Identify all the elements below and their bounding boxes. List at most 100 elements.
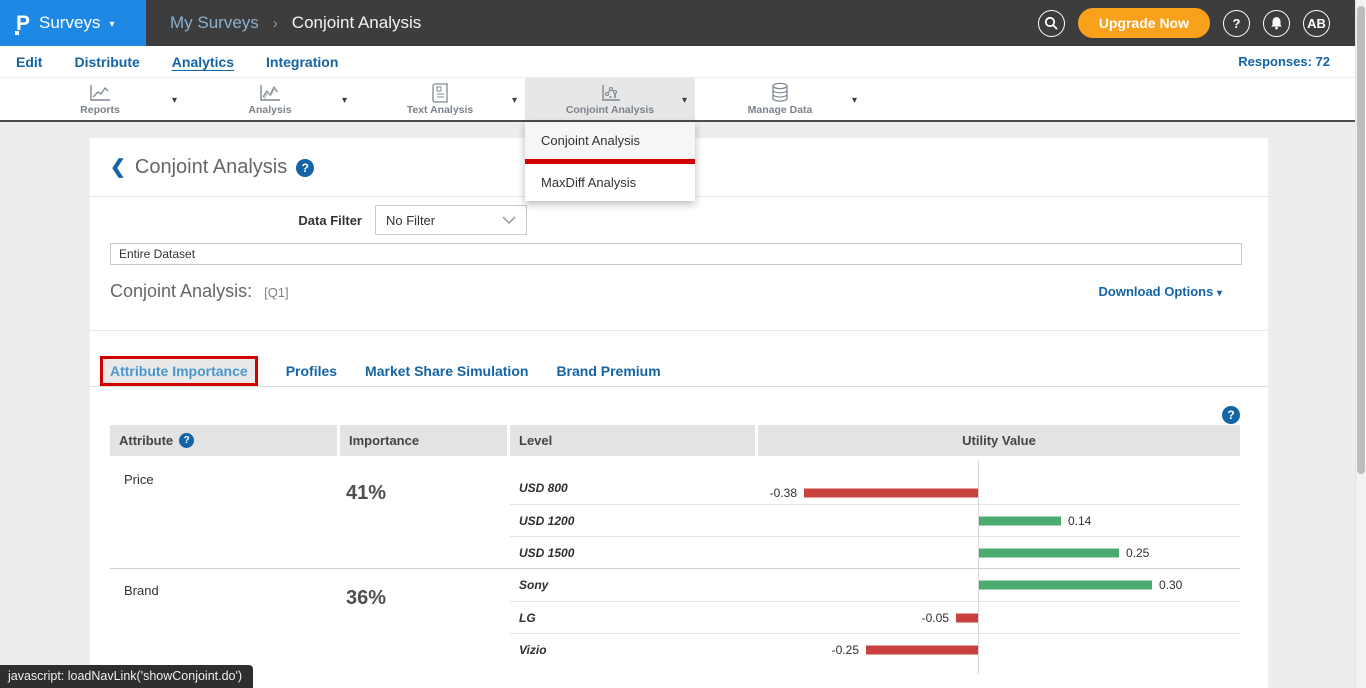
utility-bar [804, 489, 978, 498]
scatter-chart-icon [598, 83, 622, 103]
level-row: USD 1500 0.25 [510, 536, 1240, 568]
utility-chart-cell: -0.38 [758, 472, 1240, 504]
brand-label: Surveys [39, 13, 100, 33]
avatar[interactable]: AB [1303, 10, 1330, 37]
caret-down-icon[interactable]: ▾ [342, 95, 347, 106]
notifications-button[interactable] [1263, 10, 1290, 37]
question-ref: [Q1] [264, 285, 289, 300]
utility-value-label: 0.25 [1126, 546, 1149, 560]
chevron-down-icon [502, 216, 516, 225]
level-name: Sony [510, 578, 758, 592]
utility-value-label: -0.05 [922, 611, 949, 625]
toolbar-conjoint-analysis[interactable]: Conjoint Analysis ▾ [525, 78, 695, 120]
tab-attribute-importance[interactable]: Attribute Importance [103, 359, 255, 383]
attribute-importance-table: Attribute? Importance Level Utility Valu… [110, 425, 1240, 665]
tab-brand-premium[interactable]: Brand Premium [556, 363, 660, 379]
level-name: USD 800 [510, 481, 758, 495]
utility-chart-cell: -0.05 [758, 602, 1240, 633]
back-chevron-icon[interactable]: ❮ [110, 158, 126, 177]
nav-distribute[interactable]: Distribute [74, 54, 139, 70]
breadcrumb-my-surveys[interactable]: My Surveys [170, 13, 259, 33]
page-title: Conjoint Analysis [135, 156, 287, 179]
level-rows: USD 800-0.38USD 12000.14USD 15000.25 [510, 458, 1240, 568]
nav-integration[interactable]: Integration [266, 54, 338, 70]
table-help-icon[interactable]: ? [1222, 406, 1240, 424]
result-tabs: Attribute Importance Profiles Market Sha… [100, 356, 661, 386]
column-importance: Importance [340, 425, 507, 456]
utility-bar [979, 516, 1061, 525]
level-row: LG -0.05 [510, 601, 1240, 633]
section-title: Conjoint Analysis: [110, 281, 252, 302]
nav-edit[interactable]: Edit [16, 54, 42, 70]
column-level: Level [510, 425, 755, 456]
column-utility-value: Utility Value [758, 425, 1240, 456]
magazine-icon [430, 83, 450, 103]
nav-analytics[interactable]: Analytics [172, 54, 234, 70]
utility-value-label: -0.38 [770, 486, 797, 500]
breadcrumb: My Surveys › Conjoint Analysis [170, 13, 421, 33]
utility-value-label: 0.30 [1159, 578, 1182, 592]
questionpro-logo-icon: P [16, 13, 30, 34]
level-name: USD 1500 [510, 546, 758, 560]
menu-item-maxdiff-analysis[interactable]: MaxDiff Analysis [525, 164, 695, 201]
page-help-icon[interactable]: ? [296, 159, 314, 177]
caret-down-icon[interactable]: ▾ [682, 95, 687, 106]
database-icon [769, 82, 791, 103]
attribute-group: Price41%USD 800-0.38USD 12000.14USD 1500… [110, 458, 1240, 568]
breadcrumb-current: Conjoint Analysis [292, 13, 421, 33]
caret-down-icon[interactable]: ▾ [172, 95, 177, 106]
search-button[interactable] [1038, 10, 1065, 37]
dataset-field[interactable] [110, 243, 1242, 265]
toolbar-text-analysis[interactable]: Text Analysis ▾ [355, 78, 525, 120]
upgrade-now-button[interactable]: Upgrade Now [1078, 8, 1210, 38]
tab-profiles[interactable]: Profiles [286, 363, 337, 379]
divider [90, 330, 1268, 331]
conjoint-dropdown-menu: Conjoint Analysis MaxDiff Analysis [525, 122, 695, 201]
utility-value-label: -0.25 [832, 643, 859, 657]
scrollbar-thumb[interactable] [1357, 6, 1365, 474]
utility-bar [956, 613, 978, 622]
bell-icon [1270, 16, 1283, 30]
caret-down-icon[interactable]: ▾ [852, 95, 857, 106]
utility-bar [979, 581, 1152, 590]
link-status-tooltip: javascript: loadNavLink('showConjoint.do… [0, 665, 253, 688]
analytics-toolbar: Reports ▾ Analysis ▾ Text Analysis ▾ Con… [0, 78, 1366, 122]
attribute-group: Brand36%Sony 0.30 LG -0.05 Vizio-0.25 [110, 568, 1240, 665]
attribute-help-icon[interactable]: ? [179, 433, 194, 448]
multi-line-chart-icon [258, 83, 282, 103]
download-options-link[interactable]: Download Options ▾ [1099, 284, 1222, 299]
data-filter-select[interactable]: No Filter [375, 205, 527, 235]
level-name: USD 1200 [510, 514, 758, 528]
conjoint-analysis-panel: ❮ Conjoint Analysis ? Data Filter No Fil… [90, 138, 1268, 688]
attribute-name: Brand [110, 569, 337, 665]
annotation-box: Attribute Importance [100, 356, 258, 386]
attribute-name: Price [110, 458, 337, 568]
utility-bar [866, 645, 978, 654]
caret-down-icon[interactable]: ▾ [109, 19, 114, 30]
toolbar-manage-data[interactable]: Manage Data ▾ [695, 78, 865, 120]
table-body: Price41%USD 800-0.38USD 12000.14USD 1500… [110, 458, 1240, 665]
tab-market-share-simulation[interactable]: Market Share Simulation [365, 363, 528, 379]
line-chart-icon [88, 83, 112, 103]
column-attribute: Attribute [119, 425, 173, 456]
utility-bar [979, 548, 1119, 557]
utility-chart-cell: 0.25 [758, 537, 1240, 568]
caret-down-icon[interactable]: ▾ [512, 95, 517, 106]
level-row: Sony 0.30 [510, 569, 1240, 601]
level-name: LG [510, 611, 758, 625]
importance-value: 36% [337, 569, 510, 665]
breadcrumb-separator: › [273, 15, 278, 32]
toolbar-analysis[interactable]: Analysis ▾ [185, 78, 355, 120]
utility-chart-cell: 0.30 [758, 569, 1240, 601]
importance-value: 41% [337, 458, 510, 568]
vertical-scrollbar[interactable] [1355, 0, 1366, 688]
caret-down-icon: ▾ [1217, 288, 1222, 299]
toolbar-reports[interactable]: Reports ▾ [15, 78, 185, 120]
menu-item-conjoint-analysis[interactable]: Conjoint Analysis [525, 122, 695, 159]
surveys-menu-button[interactable]: P Surveys ▾ [0, 0, 146, 46]
level-row: USD 800 -0.38 [510, 458, 1240, 504]
help-button[interactable]: ? [1223, 10, 1250, 37]
utility-chart-cell: -0.25 [758, 634, 1240, 665]
level-row: Vizio-0.25 [510, 633, 1240, 665]
data-filter-label: Data Filter [298, 213, 362, 228]
